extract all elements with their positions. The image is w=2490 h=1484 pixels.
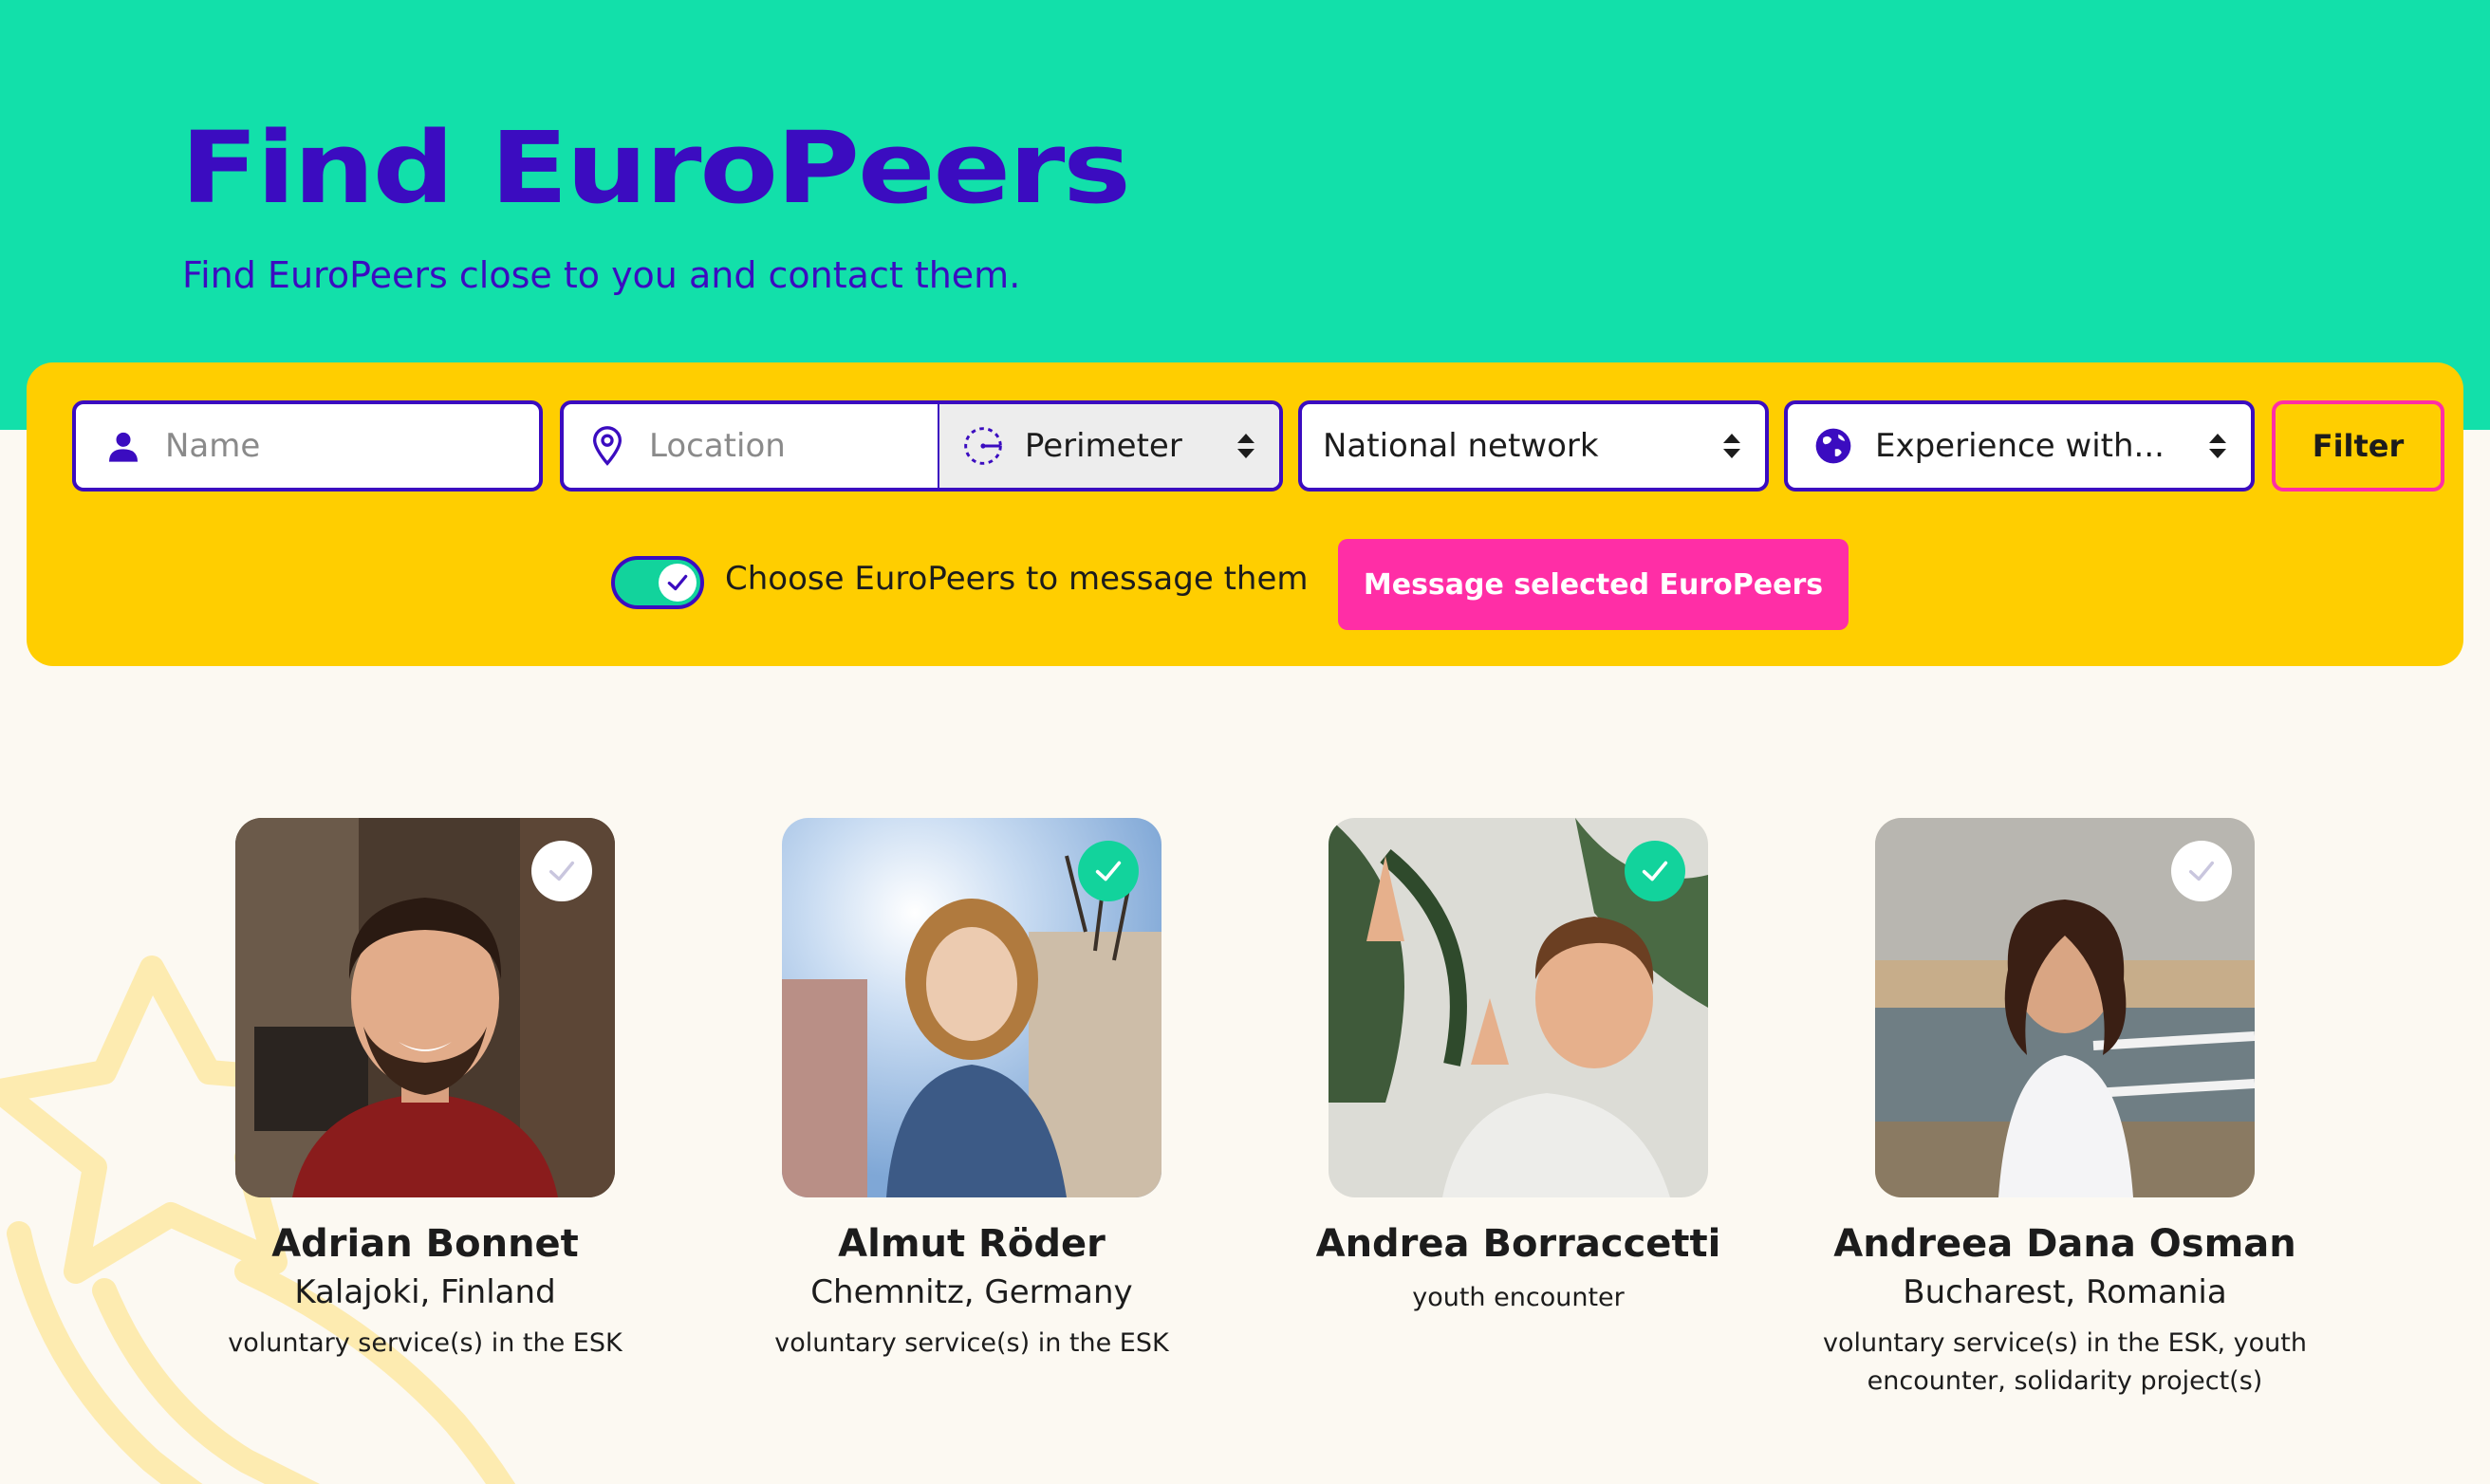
location-input[interactable] (649, 404, 938, 488)
select-arrows-icon (1723, 434, 1740, 458)
filter-panel: Perimeter National network Experience wi… (27, 362, 2463, 666)
national-network-label: National network (1323, 427, 1599, 465)
peer-name: Andreea Dana Osman (1833, 1222, 2296, 1266)
check-icon (2188, 861, 2215, 881)
globe-icon (1809, 421, 1858, 471)
select-arrows-icon (2209, 434, 2226, 458)
peer-location: Chemnitz, Germany (810, 1273, 1133, 1311)
select-arrows-icon (1237, 434, 1254, 458)
peer-experience: voluntary service(s) in the ESK, youth e… (1823, 1328, 2307, 1396)
location-search[interactable] (564, 404, 938, 488)
check-icon (548, 861, 575, 881)
national-network-select[interactable]: National network (1298, 400, 1769, 492)
select-peer-checkbox[interactable] (1625, 841, 1685, 901)
peer-experience: youth encounter (1412, 1283, 1625, 1312)
radius-icon (958, 421, 1008, 471)
peer-location: Kalajoki, Finland (294, 1273, 556, 1311)
page-title: Find EuroPeers (180, 110, 1131, 226)
map-pin-icon (583, 421, 632, 471)
perimeter-select[interactable]: Perimeter (937, 404, 1279, 488)
peer-name: Adrian Bonnet (271, 1222, 579, 1266)
toggle-knob (659, 564, 697, 602)
peer-photo (1875, 818, 2255, 1197)
check-icon (1095, 861, 1122, 881)
location-field: Perimeter (560, 400, 1283, 492)
check-icon (667, 574, 688, 591)
peer-name: Almut Röder (838, 1222, 1106, 1266)
peer-card[interactable]: Almut Röder Chemnitz, Germany voluntary … (706, 818, 1237, 1363)
perimeter-label: Perimeter (1024, 427, 1182, 465)
name-search-field[interactable] (72, 400, 543, 492)
toggle-label: Choose EuroPeers to message them (725, 560, 1309, 598)
page-subtitle: Find EuroPeers close to you and contact … (182, 254, 1021, 296)
message-selected-button[interactable]: Message selected EuroPeers (1338, 539, 1849, 630)
person-icon (99, 421, 148, 471)
select-mode-toggle[interactable] (611, 556, 704, 609)
peer-card[interactable]: Adrian Bonnet Kalajoki, Finland voluntar… (159, 818, 691, 1363)
select-peer-checkbox[interactable] (531, 841, 592, 901)
peer-location: Bucharest, Romania (1903, 1273, 2227, 1311)
experience-label: Experience with... (1875, 427, 2165, 465)
peer-photo (1329, 818, 1708, 1197)
peer-photo (235, 818, 615, 1197)
peer-photo (782, 818, 1161, 1197)
select-peer-checkbox[interactable] (1078, 841, 1139, 901)
peer-card[interactable]: Andreea Dana Osman Bucharest, Romania vo… (1799, 818, 2331, 1401)
select-peer-checkbox[interactable] (2171, 841, 2232, 901)
peer-name: Andrea Borraccetti (1315, 1222, 1721, 1266)
filter-button[interactable]: Filter (2272, 400, 2444, 492)
peer-experience: voluntary service(s) in the ESK (228, 1328, 622, 1358)
experience-select[interactable]: Experience with... (1784, 400, 2255, 492)
check-icon (1642, 861, 1668, 881)
name-input[interactable] (165, 404, 539, 488)
peer-card[interactable]: Andrea Borraccetti youth encounter (1253, 818, 1784, 1317)
peer-experience: voluntary service(s) in the ESK (774, 1328, 1169, 1358)
